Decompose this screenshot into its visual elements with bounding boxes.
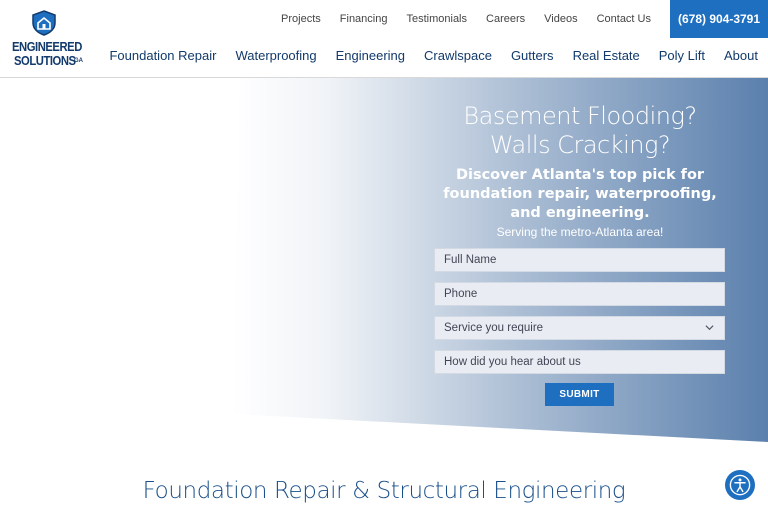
topnav-financing[interactable]: Financing — [340, 13, 388, 25]
hero-headline-line1: Basement Flooding? — [463, 102, 697, 130]
nav-poly-lift[interactable]: Poly Lift — [659, 48, 705, 63]
top-utility-nav: Projects Financing Testimonials Careers … — [281, 0, 768, 38]
house-shield-icon — [32, 10, 56, 36]
hero-subheadline-line3: and engineering. — [510, 205, 650, 221]
phone-button[interactable]: (678) 904-3791 — [670, 0, 768, 38]
full-name-field[interactable]: Full Name — [434, 248, 725, 272]
phone-field[interactable]: Phone — [434, 282, 725, 306]
accessibility-button[interactable] — [725, 470, 755, 500]
hero-subheadline-line1: Discover Atlanta's top pick for — [455, 167, 705, 183]
referral-field[interactable]: How did you hear about us — [434, 350, 725, 374]
nav-engineering[interactable]: Engineering — [336, 48, 405, 63]
nav-foundation-repair[interactable]: Foundation Repair — [109, 48, 216, 63]
nav-real-estate[interactable]: Real Estate — [573, 48, 640, 63]
site-header: ENGINEERED SOLUTIONS GA Projects Financi… — [0, 0, 768, 78]
topnav-projects[interactable]: Projects — [281, 13, 321, 25]
submit-button[interactable]: SUBMIT — [545, 383, 614, 406]
nav-about[interactable]: About — [724, 48, 758, 63]
logo-text-line1: ENGINEERED — [12, 40, 82, 54]
hero-headline-line2: Walls Cracking? — [489, 131, 671, 159]
chevron-down-icon — [705, 325, 714, 331]
accessibility-icon — [729, 474, 751, 496]
lead-form: Full Name Phone Service you require How … — [434, 248, 725, 384]
hero-content: Basement Flooding? Walls Cracking? Disco… — [420, 102, 740, 239]
site-logo[interactable]: ENGINEERED SOLUTIONS GA — [12, 10, 83, 68]
nav-waterproofing[interactable]: Waterproofing — [235, 48, 316, 63]
hero-service-area: Serving the metro-Atlanta area! — [496, 225, 664, 239]
topnav-videos[interactable]: Videos — [544, 13, 577, 25]
service-select-value: Service you require — [444, 322, 544, 334]
hero-subheadline-line2: foundation repair, waterproofing, — [443, 186, 717, 202]
topnav-contact-us[interactable]: Contact Us — [597, 13, 651, 25]
section-title: Foundation Repair & Structural Engineeri… — [142, 478, 626, 504]
logo-suffix: GA — [74, 58, 83, 64]
main-nav: Foundation Repair Waterproofing Engineer… — [90, 48, 758, 63]
nav-gutters[interactable]: Gutters — [511, 48, 554, 63]
topnav-testimonials[interactable]: Testimonials — [406, 13, 467, 25]
service-select[interactable]: Service you require — [434, 316, 725, 340]
logo-text-line2: SOLUTIONS — [14, 54, 76, 68]
nav-crawlspace[interactable]: Crawlspace — [424, 48, 492, 63]
topnav-careers[interactable]: Careers — [486, 13, 525, 25]
